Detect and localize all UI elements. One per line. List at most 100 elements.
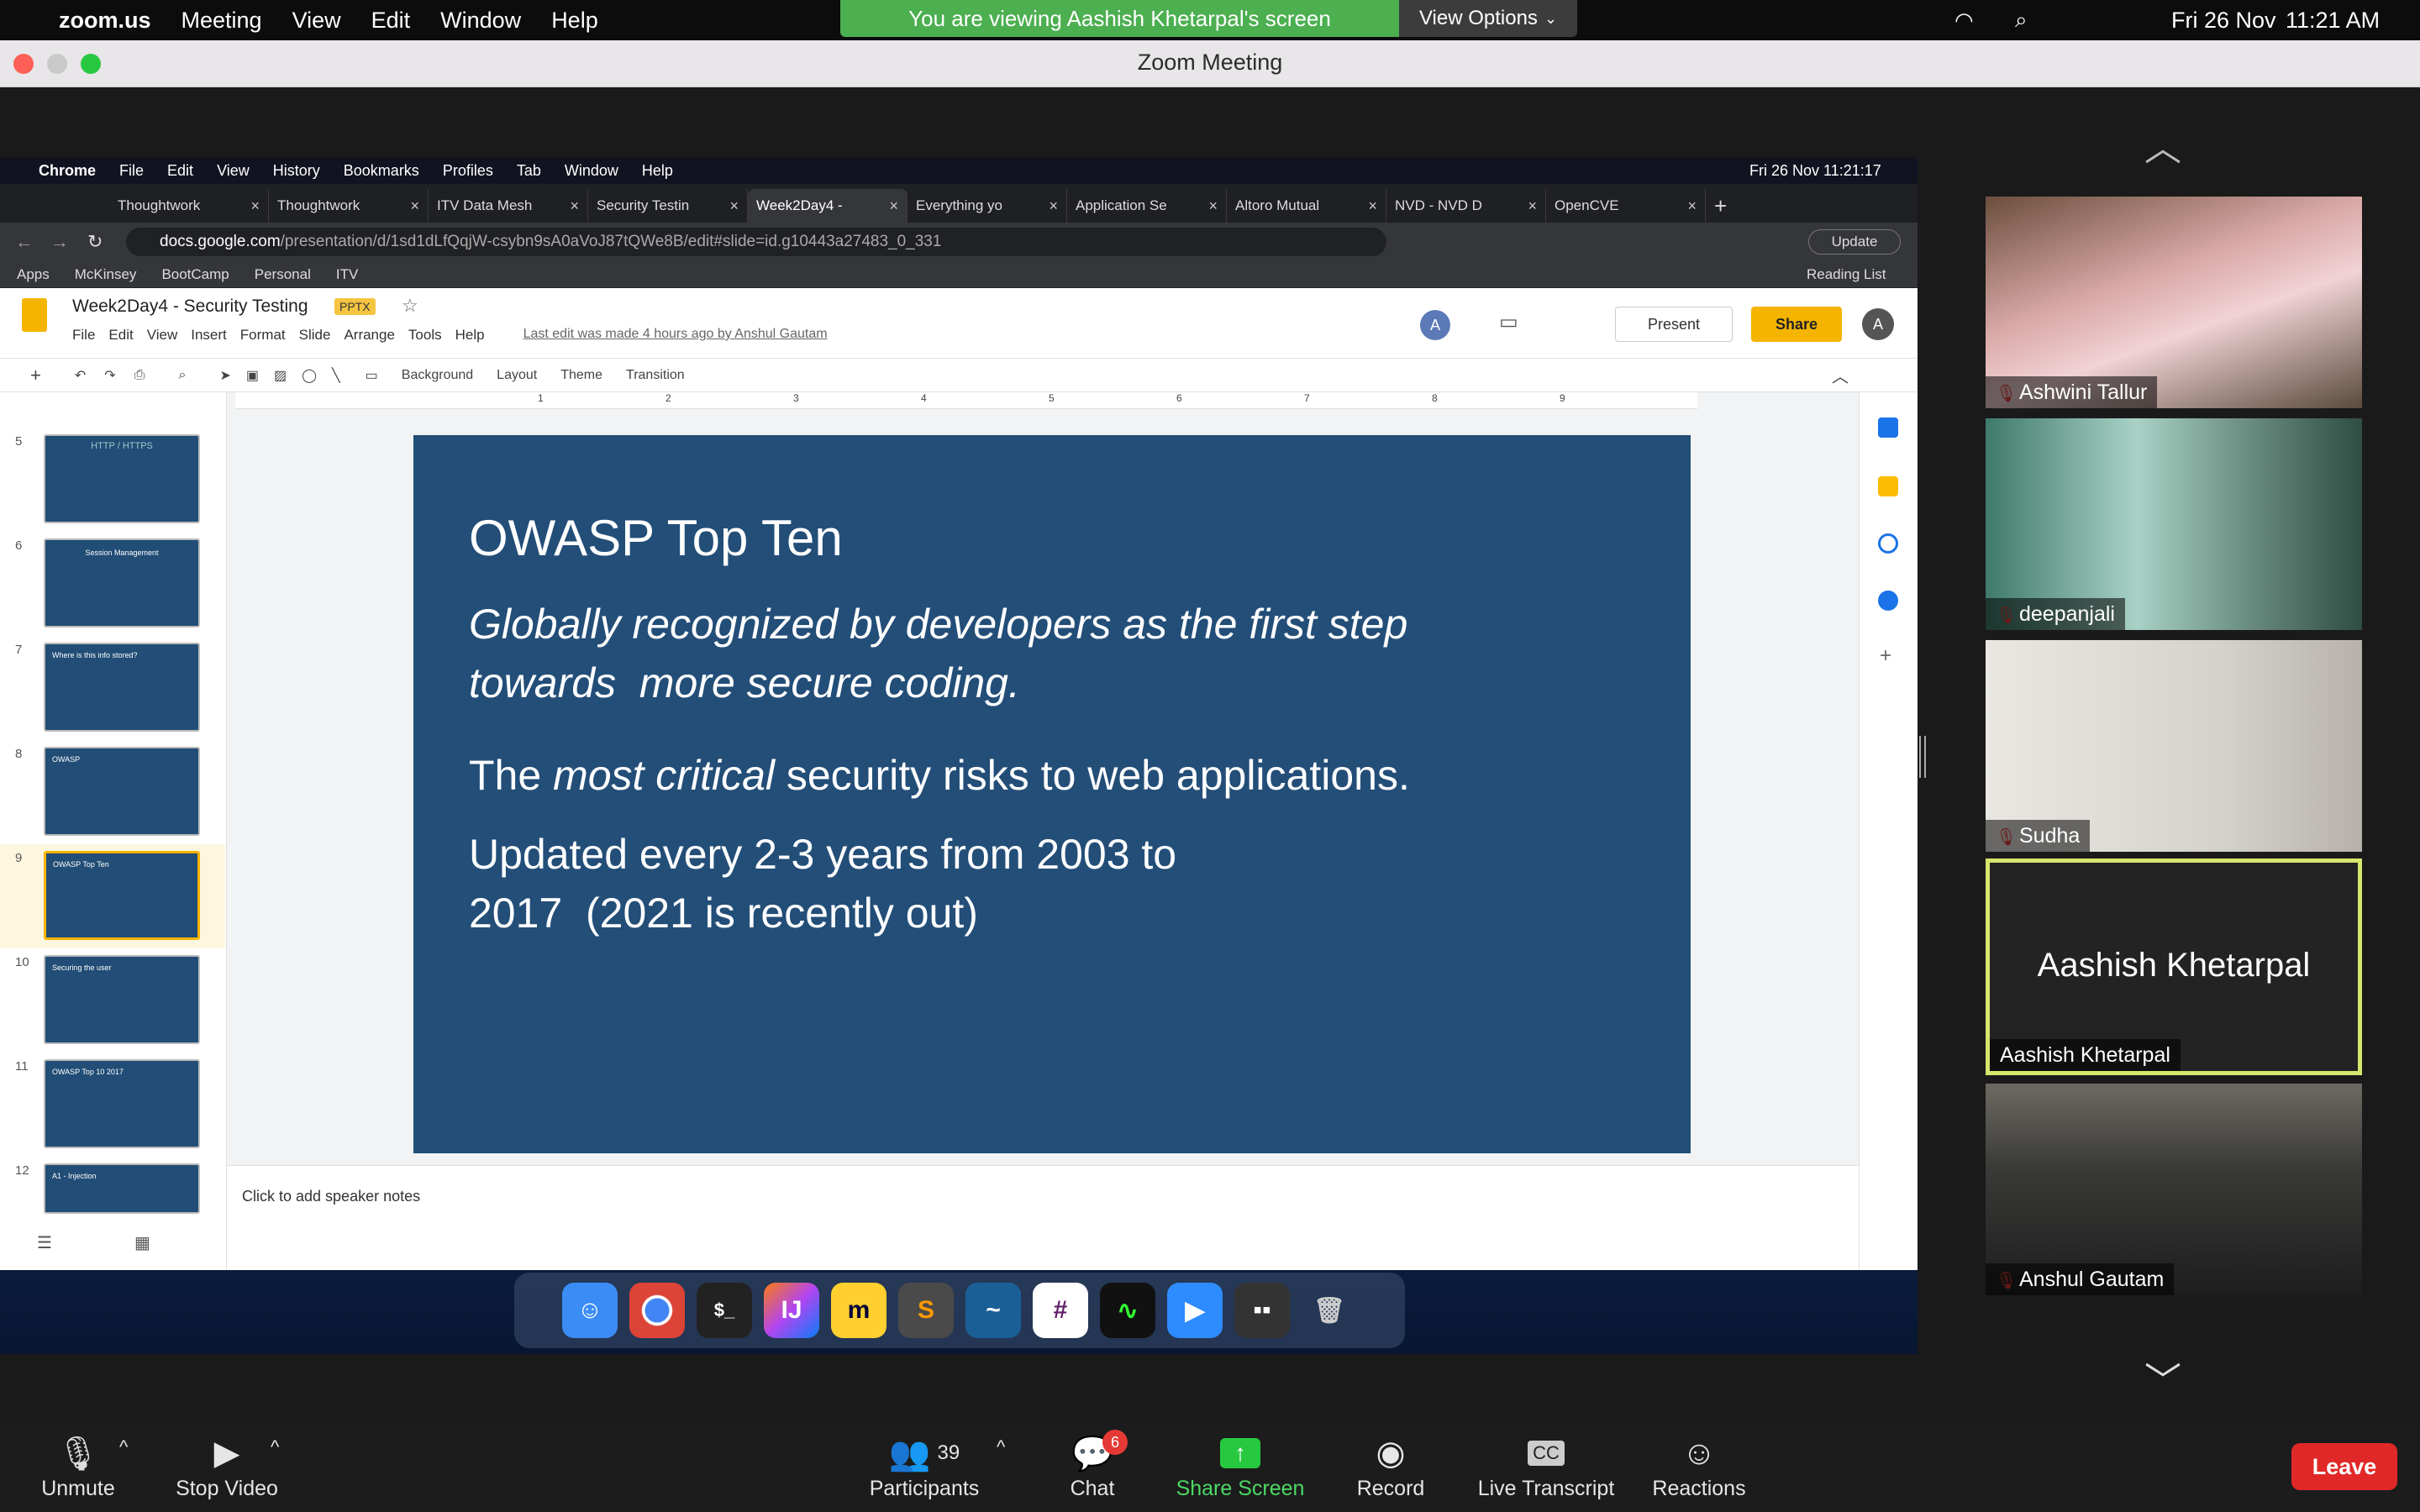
leave-button[interactable]: Leave: [2291, 1443, 2397, 1490]
slide-thumbnail[interactable]: OWASP: [44, 747, 200, 836]
slides-menu-edit[interactable]: Edit: [108, 327, 133, 344]
slide[interactable]: OWASP Top Ten Globally recognized by dev…: [413, 435, 1691, 1153]
slides-logo-icon[interactable]: [22, 298, 47, 332]
stop-video-button[interactable]: ▶ Stop Video: [168, 1430, 286, 1501]
chrome-icon[interactable]: [629, 1283, 685, 1338]
panel-splitter[interactable]: [1919, 736, 1926, 778]
back-icon[interactable]: ←: [15, 231, 34, 253]
browser-tab[interactable]: NVD - NVD D ×: [1386, 189, 1546, 223]
slides-menu-view[interactable]: View: [147, 327, 178, 344]
browser-tab[interactable]: Security Testin ×: [588, 189, 748, 223]
slide-thumbnail[interactable]: Session Management: [44, 538, 200, 627]
app-menu[interactable]: zoom.us: [59, 8, 151, 34]
comment-icon[interactable]: ▭: [1499, 310, 1518, 334]
menu-meeting[interactable]: Meeting: [182, 8, 262, 34]
participant-video[interactable]: 🎙 Anshul Gautam: [1986, 1084, 2362, 1295]
record-button[interactable]: ◉ Record: [1344, 1430, 1437, 1501]
slides-menu-file[interactable]: File: [72, 327, 95, 344]
menu-view[interactable]: View: [292, 8, 341, 34]
slide-thumbnail[interactable]: A1 - Injection: [44, 1163, 200, 1214]
slide-thumbnail-selected[interactable]: OWASP Top Ten: [44, 851, 200, 940]
participants-button[interactable]: 👥 39 Participants: [865, 1430, 983, 1501]
browser-tab[interactable]: Everything yo ×: [908, 189, 1067, 223]
slide-thumbnail[interactable]: Securing the user: [44, 955, 200, 1044]
intellij-icon[interactable]: IJ: [764, 1283, 819, 1338]
reactions-button[interactable]: ☺ Reactions: [1647, 1430, 1751, 1501]
close-icon[interactable]: ×: [410, 197, 419, 215]
bookmark-apps[interactable]: Apps: [17, 266, 50, 283]
image-icon[interactable]: ▨: [274, 367, 287, 384]
textbox-icon[interactable]: ▣: [246, 367, 259, 384]
wifi-icon[interactable]: ◠: [1954, 8, 1974, 34]
menu-edit[interactable]: Edit: [371, 8, 411, 34]
shape-icon[interactable]: ◯: [302, 367, 317, 384]
slide-thumbnail[interactable]: HTTP / HTTPS: [44, 434, 200, 523]
sublime-icon[interactable]: S: [898, 1283, 954, 1338]
app-switcher-icon[interactable]: ▪▪: [1234, 1283, 1290, 1338]
menu-date[interactable]: Fri 26 Nov: [2171, 8, 2276, 34]
audio-options-caret[interactable]: ^: [119, 1436, 128, 1458]
select-icon[interactable]: ➤: [219, 367, 230, 384]
browser-tab[interactable]: Thoughtwork ×: [109, 189, 269, 223]
list-view-icon[interactable]: ☰: [37, 1232, 52, 1253]
close-icon[interactable]: ×: [250, 197, 260, 215]
close-icon[interactable]: ×: [570, 197, 579, 215]
maximize-window-button[interactable]: [81, 54, 101, 74]
zoom-icon[interactable]: ⌕: [178, 368, 186, 383]
keep-icon[interactable]: [1878, 476, 1898, 496]
contacts-icon[interactable]: [1878, 591, 1898, 611]
add-slide-icon[interactable]: +: [30, 365, 41, 386]
redo-icon[interactable]: ↷: [104, 367, 115, 384]
wireshark-icon[interactable]: ~: [965, 1283, 1021, 1338]
slides-menu-slide[interactable]: Slide: [299, 327, 331, 344]
theme-button[interactable]: Theme: [560, 368, 602, 383]
tasks-icon[interactable]: [1878, 533, 1898, 554]
close-icon[interactable]: ×: [729, 197, 739, 215]
minimize-window-button[interactable]: [47, 54, 67, 74]
update-button[interactable]: Update: [1808, 229, 1901, 255]
grid-view-icon[interactable]: ▦: [134, 1232, 150, 1253]
add-addon-icon[interactable]: +: [1880, 644, 1891, 668]
miro-icon[interactable]: m: [831, 1283, 886, 1338]
participant-video[interactable]: 🎙 Sudha: [1986, 640, 2362, 852]
star-icon[interactable]: ☆: [402, 295, 418, 317]
terminal-icon[interactable]: $_: [697, 1283, 752, 1338]
search-icon[interactable]: ⌕: [2015, 7, 2028, 34]
present-button[interactable]: Present: [1615, 307, 1733, 342]
live-transcript-button[interactable]: CC Live Transcript: [1470, 1430, 1622, 1501]
close-icon[interactable]: ×: [1687, 197, 1697, 215]
active-speaker-tile[interactable]: Aashish Khetarpal Aashish Khetarpal: [1986, 858, 2362, 1075]
browser-tab[interactable]: OpenCVE ×: [1546, 189, 1706, 223]
share-button[interactable]: Share: [1751, 307, 1842, 342]
document-title[interactable]: Week2Day4 - Security Testing: [72, 297, 308, 317]
finder-icon[interactable]: ☺: [562, 1283, 618, 1338]
close-icon[interactable]: ×: [1208, 197, 1218, 215]
slack-icon[interactable]: #: [1033, 1283, 1088, 1338]
speaker-notes[interactable]: Click to add speaker notes: [227, 1165, 1859, 1270]
slides-menu-help[interactable]: Help: [455, 327, 485, 344]
collaborator-avatar[interactable]: A: [1420, 310, 1450, 340]
close-icon[interactable]: ×: [1049, 197, 1058, 215]
background-button[interactable]: Background: [402, 368, 473, 383]
close-icon[interactable]: ×: [889, 197, 898, 215]
browser-tab[interactable]: Thoughtwork ×: [269, 189, 429, 223]
close-icon[interactable]: ×: [1368, 197, 1377, 215]
layout-button[interactable]: Layout: [497, 368, 537, 383]
forward-icon[interactable]: →: [50, 231, 69, 253]
browser-tab[interactable]: ITV Data Mesh ×: [429, 189, 588, 223]
slides-menu-arrange[interactable]: Arrange: [344, 327, 394, 344]
transition-button[interactable]: Transition: [626, 368, 685, 383]
slides-menu-insert[interactable]: Insert: [191, 327, 227, 344]
participant-video[interactable]: 🎙 deepanjali: [1986, 418, 2362, 630]
slides-menu-format[interactable]: Format: [240, 327, 286, 344]
print-icon[interactable]: ⎙: [134, 368, 145, 383]
chat-button[interactable]: 💬 Chat 6: [1059, 1430, 1128, 1501]
reload-icon[interactable]: ↻: [87, 231, 103, 253]
new-tab-button[interactable]: +: [1706, 189, 1748, 223]
close-icon[interactable]: ×: [1528, 197, 1537, 215]
menu-window[interactable]: Window: [440, 8, 521, 34]
slide-thumbnail[interactable]: OWASP Top 10 2017: [44, 1059, 200, 1148]
slides-menu-tools[interactable]: Tools: [408, 327, 442, 344]
close-window-button[interactable]: [13, 54, 34, 74]
share-screen-button[interactable]: ↑ Share Screen: [1173, 1430, 1307, 1501]
